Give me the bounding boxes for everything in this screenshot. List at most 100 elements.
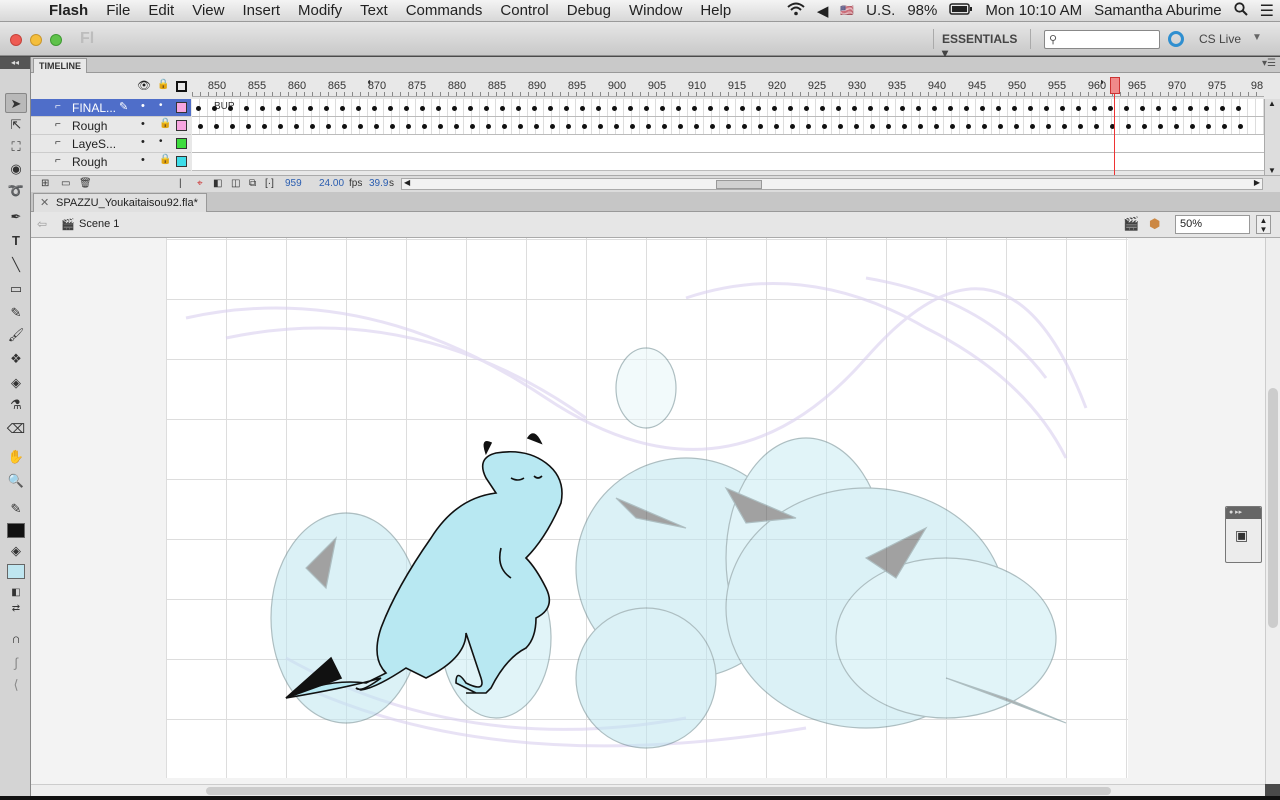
- elapsed-time-field[interactable]: 39.9: [369, 178, 388, 189]
- stage-vertical-scrollbar[interactable]: [1265, 238, 1280, 784]
- stroke-color-icon[interactable]: ✎: [5, 499, 27, 519]
- close-tab-icon[interactable]: ✕: [40, 194, 49, 212]
- layer-row[interactable]: ⌐ FINAL... ✎ • • BUP: [31, 99, 1264, 117]
- keyframe[interactable]: [1222, 124, 1227, 129]
- straighten-icon[interactable]: ⟨: [5, 675, 27, 695]
- keyframe[interactable]: [644, 106, 649, 111]
- fill-color-swatch[interactable]: [7, 564, 25, 579]
- menu-view[interactable]: View: [183, 0, 233, 22]
- keyframe[interactable]: [246, 124, 251, 129]
- menu-debug[interactable]: Debug: [558, 0, 620, 22]
- keyframe[interactable]: [868, 106, 873, 111]
- keyframe[interactable]: [1060, 106, 1065, 111]
- frame-rate-field[interactable]: 24.00: [319, 178, 344, 189]
- keyframe[interactable]: [772, 106, 777, 111]
- keyframe[interactable]: [1078, 124, 1083, 129]
- keyframe[interactable]: [502, 124, 507, 129]
- timeline-horizontal-scrollbar[interactable]: ◀ ▶: [401, 178, 1263, 190]
- keyframe[interactable]: [630, 124, 635, 129]
- keyframe[interactable]: [854, 124, 859, 129]
- zoom-field[interactable]: 50%: [1175, 215, 1250, 234]
- keyframe[interactable]: [1220, 106, 1225, 111]
- keyframe[interactable]: [1206, 124, 1211, 129]
- clock[interactable]: Mon 10:10 AM: [979, 2, 1088, 19]
- keyframe[interactable]: [1158, 124, 1163, 129]
- keyframe[interactable]: [374, 124, 379, 129]
- keyframe[interactable]: [292, 106, 297, 111]
- keyframe[interactable]: [1108, 106, 1113, 111]
- keyframe[interactable]: [1190, 124, 1195, 129]
- keyframe[interactable]: [468, 106, 473, 111]
- scroll-down-icon[interactable]: ▼: [1268, 166, 1276, 175]
- layer-name[interactable]: Rough: [72, 155, 107, 169]
- scroll-left-icon[interactable]: ◀: [404, 178, 410, 187]
- timeline-vertical-scrollbar[interactable]: ▲ ▼: [1264, 99, 1280, 175]
- keyframe[interactable]: [198, 124, 203, 129]
- scroll-thumb[interactable]: [206, 787, 1111, 795]
- tab-timeline[interactable]: TIMELINE: [33, 58, 87, 73]
- layer-color-swatch[interactable]: [176, 156, 187, 167]
- visibility-dot[interactable]: •: [141, 136, 145, 148]
- cs-live-icon[interactable]: [1168, 31, 1184, 47]
- keyframe[interactable]: [982, 124, 987, 129]
- new-layer-icon[interactable]: ⊞: [41, 178, 49, 189]
- keyframe[interactable]: [646, 124, 651, 129]
- keyframe[interactable]: [326, 124, 331, 129]
- keyframe[interactable]: [1076, 106, 1081, 111]
- new-folder-icon[interactable]: ▭: [61, 178, 70, 189]
- keyframe[interactable]: [372, 106, 377, 111]
- keyframe[interactable]: [756, 106, 761, 111]
- keyframe[interactable]: [1062, 124, 1067, 129]
- delete-layer-icon[interactable]: 🗑: [79, 178, 92, 189]
- keyframe[interactable]: [278, 124, 283, 129]
- keyframe[interactable]: [614, 124, 619, 129]
- fill-color-icon[interactable]: ◈: [5, 541, 27, 561]
- layer-row[interactable]: ⌐ Rough • 🔒: [31, 117, 1264, 135]
- keyframe[interactable]: [1028, 106, 1033, 111]
- keyframe[interactable]: [964, 106, 969, 111]
- keyframe[interactable]: [916, 106, 921, 111]
- keyframe[interactable]: [486, 124, 491, 129]
- keyframe[interactable]: [484, 106, 489, 111]
- eraser-tool-icon[interactable]: ⌫: [5, 419, 27, 439]
- keyframe[interactable]: [422, 124, 427, 129]
- spotlight-icon[interactable]: [1228, 1, 1254, 20]
- pencil-tool-icon[interactable]: ✎: [5, 303, 27, 323]
- panel-menu-icon[interactable]: ▾☰: [1262, 58, 1276, 69]
- keyframe[interactable]: [1204, 106, 1209, 111]
- keyframe[interactable]: [852, 106, 857, 111]
- keyframe[interactable]: [660, 106, 665, 111]
- app-menu[interactable]: Flash: [40, 0, 97, 22]
- lock-dot[interactable]: •: [159, 100, 163, 111]
- keyframe[interactable]: [934, 124, 939, 129]
- lock-icon[interactable]: 🔒: [159, 118, 171, 129]
- keyframe[interactable]: [404, 106, 409, 111]
- keyframe[interactable]: [1174, 124, 1179, 129]
- keyframe[interactable]: [1236, 106, 1241, 111]
- subselection-tool-icon[interactable]: ⇱: [5, 115, 27, 135]
- text-tool-icon[interactable]: T: [5, 231, 27, 251]
- keyframe[interactable]: [902, 124, 907, 129]
- outline-icon[interactable]: [176, 81, 187, 92]
- edit-multiple-frames-icon[interactable]: ⧉: [249, 178, 256, 189]
- eye-icon[interactable]: 👁: [137, 79, 151, 92]
- visibility-dot[interactable]: •: [141, 100, 145, 112]
- keyframe[interactable]: [998, 124, 1003, 129]
- keyframe[interactable]: [388, 106, 393, 111]
- keyframe[interactable]: [726, 124, 731, 129]
- onion-skin-icon[interactable]: ◧: [213, 178, 222, 189]
- wifi-icon[interactable]: [781, 2, 811, 20]
- swap-colors-icon[interactable]: ⇄: [5, 599, 27, 619]
- onion-skin-start-marker[interactable]: ◖: [366, 77, 372, 88]
- collapsed-panel[interactable]: ● ▸▸ ▣: [1225, 506, 1262, 563]
- layer-color-swatch[interactable]: [176, 138, 187, 149]
- scene-breadcrumb[interactable]: Scene 1: [79, 218, 119, 230]
- layer-name-cell[interactable]: ⌐ LayeS... • •: [31, 135, 191, 153]
- scroll-thumb[interactable]: [1268, 388, 1278, 628]
- menu-text[interactable]: Text: [351, 0, 397, 22]
- user-name[interactable]: Samantha Aburime: [1088, 2, 1228, 19]
- keyframe[interactable]: [836, 106, 841, 111]
- edit-symbols-icon[interactable]: ⬢: [1149, 216, 1160, 232]
- volume-icon[interactable]: ◀: [811, 2, 835, 20]
- menu-control[interactable]: Control: [491, 0, 557, 22]
